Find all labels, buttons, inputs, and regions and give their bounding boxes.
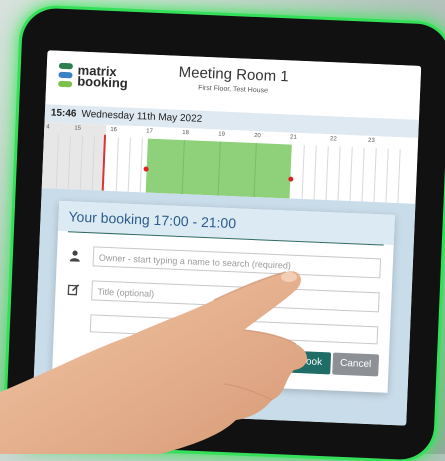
hour-label: 21 bbox=[289, 134, 297, 141]
hour-label: 20 bbox=[254, 133, 261, 140]
hour-label: 23 bbox=[367, 137, 375, 145]
hour-label: 22 bbox=[329, 136, 337, 143]
hour-label: 19 bbox=[218, 131, 225, 138]
hour-label: 17 bbox=[146, 128, 154, 135]
book-button[interactable]: Book bbox=[290, 350, 332, 375]
tablet-screen: matrix booking Meeting Room 1 First Floo… bbox=[32, 50, 422, 426]
current-date: Wednesday 11th May 2022 bbox=[81, 108, 203, 125]
tablet-device: matrix booking Meeting Room 1 First Floo… bbox=[5, 7, 445, 461]
notes-input[interactable] bbox=[89, 314, 379, 345]
title-extra-row bbox=[64, 313, 381, 346]
edit-icon bbox=[67, 283, 80, 296]
booking-dialog: Your booking 17:00 - 21:00 Owner - start… bbox=[51, 200, 395, 393]
hour-label: 4 bbox=[46, 124, 50, 131]
current-time: 15:46 bbox=[50, 107, 77, 120]
hour-label: 18 bbox=[182, 129, 189, 137]
hour-label: 15 bbox=[74, 125, 82, 132]
booking-end-handle[interactable] bbox=[288, 176, 294, 182]
owner-row: Owner - start typing a name to search (r… bbox=[66, 245, 383, 280]
title-row: Title (optional) bbox=[65, 279, 382, 314]
hour-label: 16 bbox=[110, 126, 118, 134]
owner-input[interactable]: Owner - start typing a name to search (r… bbox=[92, 246, 382, 279]
title-input[interactable]: Title (optional) bbox=[91, 280, 380, 313]
user-icon bbox=[69, 249, 81, 262]
cancel-button[interactable]: Cancel bbox=[332, 352, 380, 377]
